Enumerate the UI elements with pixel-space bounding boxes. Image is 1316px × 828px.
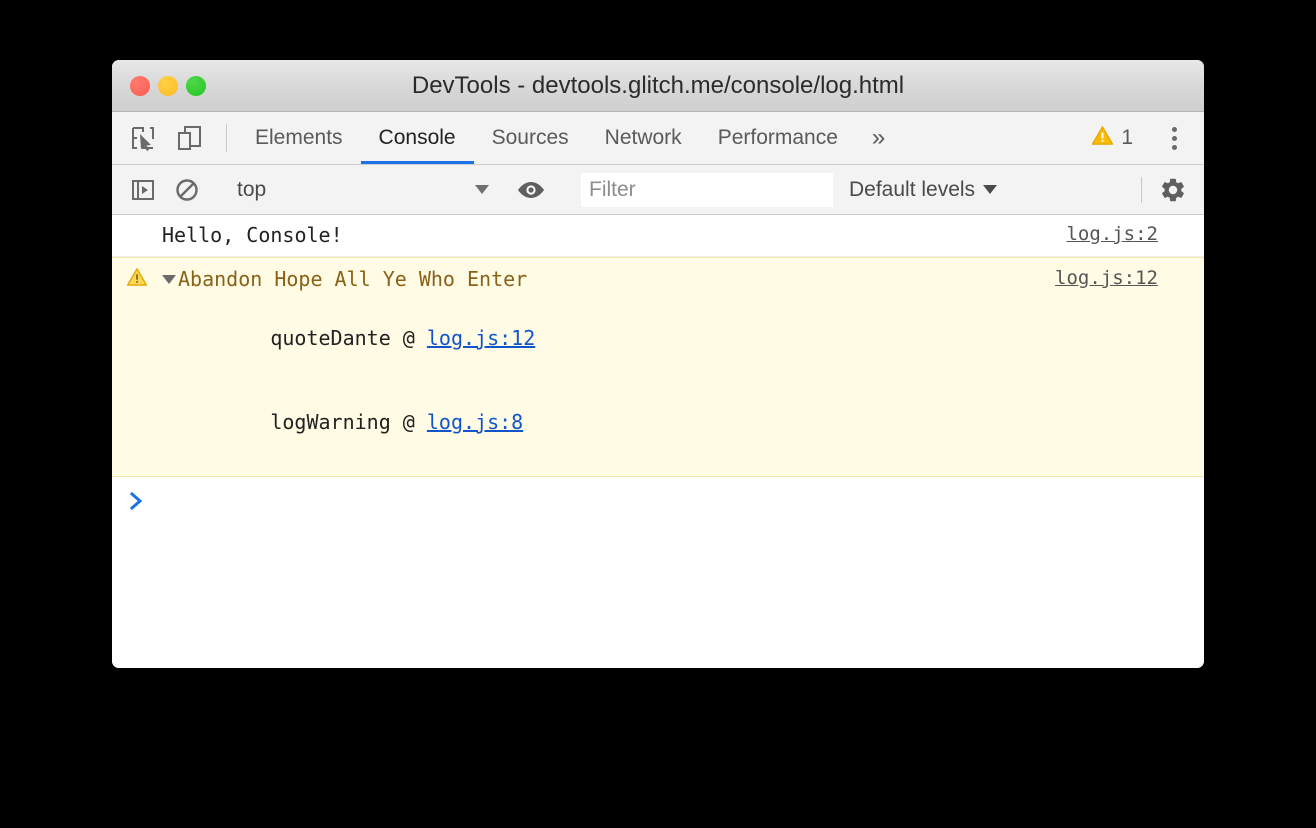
tab-elements-label: Elements (255, 126, 343, 149)
tabbar-divider (226, 124, 227, 152)
stack-frame-link[interactable]: log.js:8 (427, 410, 523, 434)
stack-frame-row: quoteDante @ log.js:12 (112, 296, 1204, 380)
tab-performance[interactable]: Performance (700, 112, 856, 164)
tab-sources[interactable]: Sources (474, 112, 587, 164)
warning-count-label: 1 (1121, 126, 1133, 149)
warning-icon-gutter (112, 265, 162, 292)
console-sidebar-toggle-icon[interactable] (126, 173, 160, 207)
console-toolbar-right (1141, 173, 1204, 207)
inspect-element-icon[interactable] (126, 121, 160, 155)
stack-frame-link[interactable]: log.js:12 (427, 326, 535, 350)
clear-console-icon[interactable] (170, 173, 204, 207)
devtools-tabs: Elements Console Sources Network Perform… (237, 112, 901, 164)
console-message-text: Hello, Console! (162, 223, 343, 247)
live-expression-eye-icon[interactable] (514, 173, 548, 207)
console-toolbar-divider-4 (1141, 176, 1142, 203)
gear-icon[interactable] (1156, 173, 1190, 207)
warning-message-source-link[interactable]: log.js:12 (1055, 265, 1204, 289)
console-toolbar: top Default levels (112, 165, 1204, 215)
chevron-down-icon (983, 185, 998, 194)
console-prompt-input[interactable] (162, 487, 1204, 513)
console-message-log[interactable]: Hello, Console! log.js:2 (112, 215, 1204, 257)
tab-console[interactable]: Console (360, 112, 474, 164)
devtools-tabbar: Elements Console Sources Network Perform… (112, 112, 1204, 165)
tab-console-label: Console (378, 126, 456, 149)
console-message-list[interactable]: Hello, Console! log.js:2 Abandon Hope Al… (112, 215, 1204, 668)
triangle-down-icon[interactable] (162, 275, 176, 284)
devtools-window: DevTools - devtools.glitch.me/console/lo… (112, 60, 1204, 668)
chevron-down-icon (475, 185, 489, 194)
maximize-button[interactable] (186, 75, 206, 96)
filter-input[interactable] (581, 172, 833, 207)
log-levels-selector[interactable]: Default levels (849, 177, 998, 202)
log-levels-label: Default levels (849, 177, 976, 201)
tab-performance-label: Performance (717, 126, 838, 149)
traffic-lights (130, 75, 206, 96)
warning-message-header[interactable]: Abandon Hope All Ye Who Enter log.js:12 (112, 258, 1204, 296)
prompt-chevron-icon (112, 487, 162, 511)
tab-network-label: Network (604, 126, 682, 149)
more-tabs-button[interactable]: » (856, 112, 901, 164)
tabbar-tool-icons (126, 112, 216, 164)
warning-triangle-icon (1091, 124, 1114, 153)
tabbar-right-group: 1 (1081, 112, 1204, 164)
kebab-menu-icon[interactable] (1156, 120, 1192, 156)
stack-frame-function: quoteDante @ (270, 326, 427, 350)
message-gutter (112, 221, 162, 222)
warning-group-spacer (112, 464, 1204, 476)
execution-context-selector[interactable]: top (225, 178, 493, 202)
warning-triangle-icon (126, 266, 148, 292)
console-message-warning[interactable]: Abandon Hope All Ye Who Enter log.js:12 … (112, 257, 1204, 477)
warning-message-text: Abandon Hope All Ye Who Enter (178, 267, 528, 291)
window-title: DevTools - devtools.glitch.me/console/lo… (411, 71, 905, 99)
device-toolbar-icon[interactable] (172, 121, 206, 155)
close-button[interactable] (130, 75, 150, 96)
console-prompt-row[interactable] (112, 477, 1204, 513)
warning-count-badge[interactable]: 1 (1081, 124, 1143, 153)
stack-frame-row: logWarning @ log.js:8 (112, 380, 1204, 464)
tab-network[interactable]: Network (587, 112, 700, 164)
tab-elements[interactable]: Elements (237, 112, 361, 164)
window-titlebar: DevTools - devtools.glitch.me/console/lo… (112, 60, 1204, 112)
stack-frame-function: logWarning @ (270, 410, 427, 434)
execution-context-value: top (237, 177, 267, 201)
minimize-button[interactable] (158, 75, 178, 96)
warning-title-wrap: Abandon Hope All Ye Who Enter (162, 265, 1055, 294)
tab-sources-label: Sources (491, 126, 569, 149)
console-message-source-link[interactable]: log.js:2 (1066, 221, 1204, 245)
